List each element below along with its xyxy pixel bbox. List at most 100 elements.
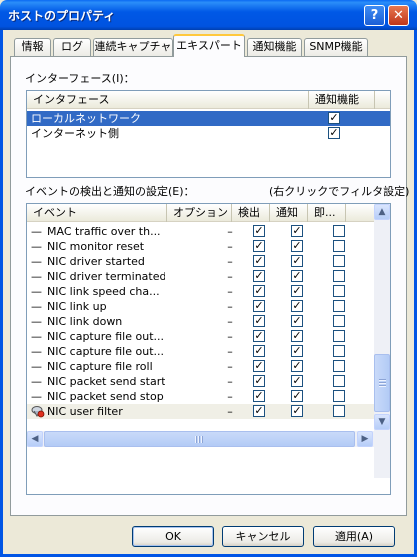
event-detect-checkbox[interactable]: ✓	[253, 225, 265, 237]
column-detect[interactable]: 検出	[232, 204, 270, 222]
event-notify-checkbox[interactable]: ✓	[291, 360, 303, 372]
event-option[interactable]: –	[225, 239, 235, 254]
column-immediate[interactable]: 即...	[308, 204, 346, 222]
scroll-right-button[interactable]: ▶	[357, 431, 373, 447]
event-immediate-checkbox[interactable]	[333, 270, 345, 282]
column-notify[interactable]: 通知機能	[309, 91, 375, 109]
event-immediate-checkbox[interactable]	[333, 405, 345, 417]
column-notify[interactable]: 通知	[270, 204, 308, 222]
event-option[interactable]: –	[225, 254, 235, 269]
apply-button[interactable]: 適用(A)	[313, 526, 395, 547]
event-row[interactable]: NIC user filter – ✓ ✓	[27, 404, 374, 419]
vertical-scroll-thumb[interactable]	[374, 354, 390, 412]
event-detect-checkbox[interactable]: ✓	[253, 345, 265, 357]
column-interface[interactable]: インタフェース	[27, 91, 309, 109]
tab-snmp[interactable]: SNMP機能	[304, 38, 368, 56]
event-notify-checkbox[interactable]: ✓	[291, 345, 303, 357]
event-row[interactable]: — NIC capture file roll – ✓ ✓	[27, 359, 374, 374]
event-immediate-checkbox[interactable]	[333, 225, 345, 237]
event-row[interactable]: — NIC capture file out... – ✓ ✓	[27, 344, 374, 359]
event-detect-checkbox[interactable]: ✓	[253, 285, 265, 297]
event-immediate-checkbox[interactable]	[333, 315, 345, 327]
event-immediate-checkbox[interactable]	[333, 300, 345, 312]
event-option[interactable]: –	[225, 404, 235, 419]
interface-row-local[interactable]: ローカルネットワーク ✓	[27, 111, 390, 126]
tab-continuous-capture[interactable]: 連続キャプチャ	[93, 38, 173, 56]
event-detect-checkbox[interactable]: ✓	[253, 375, 265, 387]
event-option[interactable]: –	[225, 269, 235, 284]
event-row[interactable]: — NIC link up – ✓ ✓	[27, 299, 374, 314]
ok-button[interactable]: OK	[132, 526, 214, 547]
column-option[interactable]: オプション	[167, 204, 232, 222]
event-option[interactable]: –	[225, 314, 235, 329]
event-notify-checkbox[interactable]: ✓	[291, 225, 303, 237]
event-row[interactable]: — NIC link down – ✓ ✓	[27, 314, 374, 329]
event-notify-checkbox[interactable]: ✓	[291, 300, 303, 312]
scroll-left-button[interactable]: ◀	[27, 431, 43, 447]
event-detect-checkbox[interactable]: ✓	[253, 300, 265, 312]
event-row[interactable]: — NIC driver terminated – ✓ ✓	[27, 269, 374, 284]
event-immediate-checkbox[interactable]	[333, 255, 345, 267]
tab-expert[interactable]: エキスパート	[173, 34, 245, 57]
tab-notification[interactable]: 通知機能	[247, 38, 302, 56]
events-horizontal-scrollbar[interactable]: ◀ ▶	[27, 431, 374, 447]
scroll-down-button[interactable]: ▼	[374, 414, 390, 430]
event-immediate-checkbox[interactable]	[333, 240, 345, 252]
event-option[interactable]: –	[225, 344, 235, 359]
event-immediate-checkbox[interactable]	[333, 390, 345, 402]
event-notify-checkbox[interactable]: ✓	[291, 330, 303, 342]
events-list[interactable]: イベント オプション 検出 通知 即... — MAC traffic over …	[26, 203, 391, 495]
help-button[interactable]: ?	[364, 5, 385, 26]
event-notify-checkbox[interactable]: ✓	[291, 285, 303, 297]
event-notify-checkbox[interactable]: ✓	[291, 405, 303, 417]
event-row[interactable]: — MAC traffic over th... – ✓ ✓	[27, 224, 374, 239]
event-row[interactable]: — NIC link speed cha... – ✓ ✓	[27, 284, 374, 299]
event-detect-checkbox[interactable]: ✓	[253, 390, 265, 402]
event-option[interactable]: –	[225, 284, 235, 299]
events-vertical-scrollbar[interactable]: ▲ ▼	[374, 204, 390, 478]
tab-info[interactable]: 情報	[14, 38, 51, 56]
event-row[interactable]: — NIC capture file out... – ✓ ✓	[27, 329, 374, 344]
cancel-button[interactable]: キャンセル	[222, 526, 304, 547]
event-option[interactable]: –	[225, 359, 235, 374]
event-immediate-checkbox[interactable]	[333, 375, 345, 387]
event-immediate-checkbox[interactable]	[333, 360, 345, 372]
title-bar[interactable]: ホストのプロパティ ? ✕	[0, 0, 417, 30]
event-option[interactable]: –	[225, 374, 235, 389]
event-notify-checkbox[interactable]: ✓	[291, 240, 303, 252]
scroll-up-button[interactable]: ▲	[374, 204, 390, 220]
interface-notify-checkbox[interactable]: ✓	[328, 112, 340, 124]
tree-line: —	[31, 330, 42, 343]
event-row[interactable]: — NIC packet send stop – ✓ ✓	[27, 389, 374, 404]
event-option[interactable]: –	[225, 224, 235, 239]
event-row[interactable]: — NIC packet send start – ✓ ✓	[27, 374, 374, 389]
interface-notify-checkbox[interactable]: ✓	[328, 127, 340, 139]
interface-row-internet[interactable]: インターネット側 ✓	[27, 126, 390, 141]
event-name: NIC packet send stop	[47, 390, 164, 403]
event-immediate-checkbox[interactable]	[333, 285, 345, 297]
close-button[interactable]: ✕	[388, 5, 409, 26]
event-detect-checkbox[interactable]: ✓	[253, 315, 265, 327]
event-notify-checkbox[interactable]: ✓	[291, 270, 303, 282]
tab-log[interactable]: ログ	[53, 38, 91, 56]
event-notify-checkbox[interactable]: ✓	[291, 375, 303, 387]
event-detect-checkbox[interactable]: ✓	[253, 270, 265, 282]
interfaces-list[interactable]: インタフェース 通知機能 ローカルネットワーク ✓ インターネット側 ✓	[26, 90, 391, 178]
event-detect-checkbox[interactable]: ✓	[253, 240, 265, 252]
event-option[interactable]: –	[225, 389, 235, 404]
event-row[interactable]: — NIC monitor reset – ✓ ✓	[27, 239, 374, 254]
event-detect-checkbox[interactable]: ✓	[253, 255, 265, 267]
event-detect-checkbox[interactable]: ✓	[253, 360, 265, 372]
event-notify-checkbox[interactable]: ✓	[291, 255, 303, 267]
horizontal-scroll-thumb[interactable]	[44, 431, 355, 447]
event-immediate-checkbox[interactable]	[333, 345, 345, 357]
event-notify-checkbox[interactable]: ✓	[291, 315, 303, 327]
event-detect-checkbox[interactable]: ✓	[253, 405, 265, 417]
event-immediate-checkbox[interactable]	[333, 330, 345, 342]
event-notify-checkbox[interactable]: ✓	[291, 390, 303, 402]
event-row[interactable]: — NIC driver started – ✓ ✓	[27, 254, 374, 269]
column-event[interactable]: イベント	[27, 204, 167, 222]
event-option[interactable]: –	[225, 329, 235, 344]
event-detect-checkbox[interactable]: ✓	[253, 330, 265, 342]
event-option[interactable]: –	[225, 299, 235, 314]
